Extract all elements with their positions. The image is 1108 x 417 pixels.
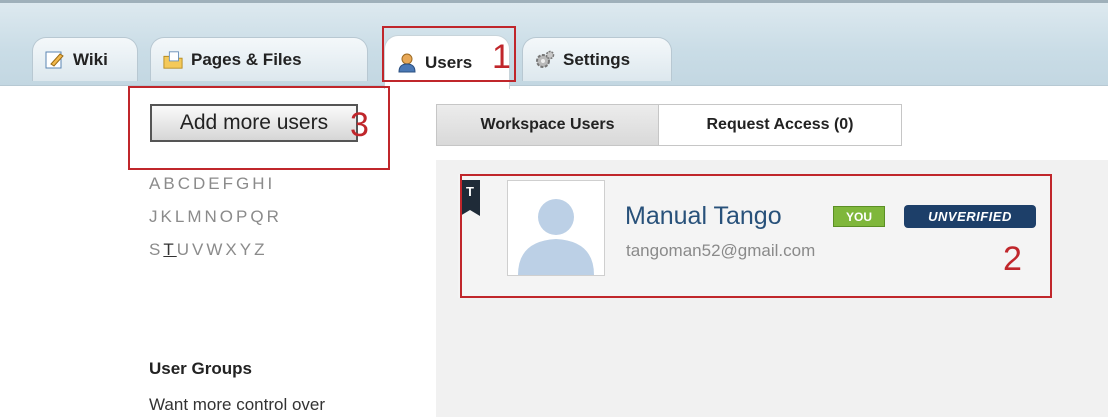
tab-label: Wiki: [73, 49, 108, 69]
alphabet-letter-f[interactable]: F: [223, 174, 236, 194]
alphabet-letter-w[interactable]: W: [206, 240, 225, 260]
gear-icon: [535, 50, 555, 70]
alphabet-letter-h[interactable]: H: [252, 174, 267, 194]
alphabet-letter-j[interactable]: J: [149, 207, 161, 227]
alphabet-row: JKLMNOPQR: [149, 207, 282, 227]
alphabet-letter-i[interactable]: I: [268, 174, 276, 194]
subtab-request-access[interactable]: Request Access (0): [659, 105, 901, 145]
annotation-box-user-card: [460, 174, 1052, 298]
subtab-bar: Workspace Users Request Access (0): [436, 104, 902, 146]
alphabet-letter-z[interactable]: Z: [254, 240, 267, 260]
annotation-number-1: 1: [492, 38, 511, 76]
alphabet-letter-k[interactable]: K: [161, 207, 175, 227]
tab-wiki[interactable]: Wiki: [32, 37, 138, 81]
alphabet-letter-q[interactable]: Q: [250, 207, 266, 227]
tab-label: Settings: [563, 49, 631, 69]
alphabet-letter-t[interactable]: T: [163, 240, 176, 260]
alphabet-letter-e[interactable]: E: [208, 174, 222, 194]
annotation-number-2: 2: [1003, 240, 1022, 278]
alphabet-letter-d[interactable]: D: [193, 174, 208, 194]
alphabet-row: ABCDEFGHI: [149, 174, 275, 194]
tab-pages-files[interactable]: Pages & Files: [150, 37, 368, 81]
alphabet-letter-c[interactable]: C: [178, 174, 193, 194]
alphabet-letter-n[interactable]: N: [204, 207, 219, 227]
alphabet-letter-o[interactable]: O: [220, 207, 236, 227]
tab-label: Pages & Files: [191, 49, 302, 69]
alphabet-letter-r[interactable]: R: [267, 207, 282, 227]
alphabet-letter-b[interactable]: B: [163, 174, 177, 194]
tab-bar: Wiki Pages & Files Users Settings: [0, 0, 1108, 89]
alphabet-letter-y[interactable]: Y: [240, 240, 254, 260]
annotation-number-3: 3: [350, 106, 369, 144]
folder-page-icon: [163, 50, 183, 70]
user-groups-title: User Groups: [149, 359, 252, 378]
alphabet-letter-p[interactable]: P: [236, 207, 250, 227]
alphabet-letter-m[interactable]: M: [187, 207, 204, 227]
tab-settings[interactable]: Settings: [522, 37, 672, 81]
alphabet-letter-g[interactable]: G: [236, 174, 252, 194]
subtab-workspace-users[interactable]: Workspace Users: [437, 105, 659, 145]
pencil-page-icon: [45, 50, 65, 70]
user-groups-text: Want more control over: [149, 395, 326, 414]
alphabet-letter-s[interactable]: S: [149, 240, 163, 260]
alphabet-letter-u[interactable]: U: [177, 240, 192, 260]
alphabet-row: STUVWXYZ: [149, 240, 267, 260]
alphabet-letter-v[interactable]: V: [192, 240, 206, 260]
alphabet-letter-a[interactable]: A: [149, 174, 163, 194]
alphabet-letter-x[interactable]: X: [225, 240, 239, 260]
alphabet-letter-l[interactable]: L: [175, 207, 187, 227]
